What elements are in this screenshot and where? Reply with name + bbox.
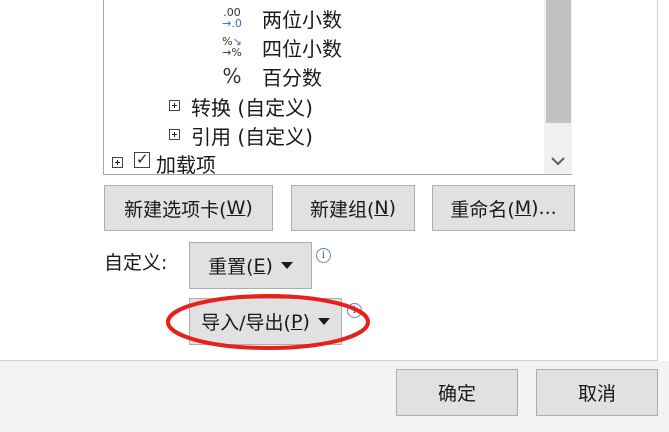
dropdown-arrow-icon	[280, 262, 293, 269]
new-group-button[interactable]: 新建组(N)	[291, 185, 415, 231]
scroll-down-arrow-icon[interactable]	[544, 148, 572, 174]
scrollbar-thumb[interactable]	[546, 0, 571, 123]
button-label-tail: )	[265, 254, 273, 277]
tree-item-reference-custom[interactable]: 引用 (自定义)	[169, 121, 313, 149]
customize-label: 自定义:	[104, 252, 168, 274]
button-label: 重置(	[208, 256, 254, 278]
tree-item-four-decimals[interactable]: %↘ →% 四位小数	[218, 33, 342, 61]
reset-dropdown-button[interactable]: 重置(E)	[189, 242, 312, 289]
addins-checkbox[interactable]	[134, 150, 150, 168]
button-label-tail: )	[388, 197, 397, 219]
ok-button[interactable]: 确定	[396, 369, 518, 416]
cancel-button[interactable]: 取消	[536, 369, 658, 416]
expand-plus-icon[interactable]	[169, 129, 180, 140]
tree-item-label: 两位小数	[262, 7, 342, 32]
tree-item-label: 百分数	[262, 65, 322, 90]
tree-item-percent[interactable]: % 百分数	[218, 62, 322, 90]
expand-plus-icon[interactable]	[112, 157, 123, 168]
button-label-tail: )...	[531, 197, 557, 219]
access-key: E	[253, 254, 266, 277]
new-tab-button[interactable]: 新建选项卡(W)	[104, 185, 273, 231]
button-label: 重命名(	[450, 198, 515, 221]
access-key: N	[374, 197, 389, 219]
tree-item-two-decimals[interactable]: .00 →.0 两位小数	[218, 4, 342, 32]
button-label: 新建组(	[309, 198, 375, 221]
decimal-places-icon: %↘ →%	[222, 35, 242, 59]
info-icon[interactable]: i	[316, 248, 331, 263]
highlight-ellipse-annotation	[166, 294, 370, 350]
access-key: M	[514, 197, 532, 219]
button-label: 新建选项卡(	[124, 198, 227, 221]
access-key: W	[226, 197, 246, 219]
tree-item-label: 加载项	[156, 152, 216, 177]
tree-item-convert-custom[interactable]: 转换 (自定义)	[169, 92, 313, 120]
rename-button[interactable]: 重命名(M)...	[432, 185, 575, 231]
percent-icon: %	[222, 64, 242, 88]
tree-item-label: 引用 (自定义)	[191, 124, 313, 149]
expand-plus-icon[interactable]	[169, 100, 180, 111]
tree-item-addins[interactable]: 加载项	[112, 149, 216, 177]
decrease-decimal-icon: .00 →.0	[222, 6, 242, 30]
tree-item-label: 四位小数	[262, 36, 342, 61]
tree-item-label: 转换 (自定义)	[191, 95, 313, 120]
button-label-tail: )	[245, 197, 253, 219]
